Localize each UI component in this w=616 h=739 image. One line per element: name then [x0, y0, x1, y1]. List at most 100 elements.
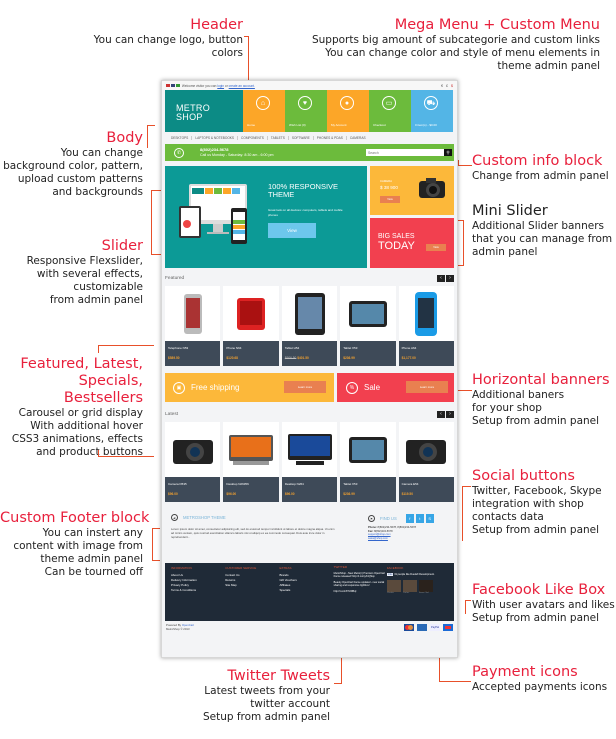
learn-more-button[interactable]: Learn more [406, 381, 448, 393]
currency-euro-icon[interactable]: € [441, 84, 443, 88]
connector-line [462, 486, 471, 541]
product-price: $96.00 [226, 492, 237, 496]
product-image [229, 434, 274, 465]
chevron-right-icon[interactable]: › [446, 410, 454, 418]
hours-text: Call us Monday - Saturday: 8:30 am - 6:0… [200, 153, 274, 157]
product-card[interactable]: Desktop N26356 $96.00 [223, 422, 279, 502]
product-card[interactable]: Desktop N264 $96.00 [281, 422, 338, 502]
support-email-link[interactable]: support@shop.com [368, 533, 391, 536]
product-card[interactable]: Camera E54 $119.50 [398, 422, 455, 502]
product-card[interactable]: Phone A64 $1,177.00 [398, 286, 455, 366]
logo[interactable]: METRO SHOP [165, 90, 243, 132]
annotation-line: Setup from admin panel [202, 711, 330, 723]
product-price: $236.99 [343, 492, 355, 496]
connector-line [152, 528, 160, 561]
product-card[interactable]: Camera D535 $96.00 [165, 422, 221, 502]
currency-pound-icon[interactable]: £ [446, 84, 448, 88]
menu-item-components[interactable]: COMPONENTS [238, 135, 268, 140]
search-input[interactable] [366, 149, 444, 156]
banner-caption: CAMERA [380, 179, 392, 183]
card-icon: ▭ [382, 96, 396, 110]
mini-banner-camera[interactable]: CAMERA $ 38 900 View [370, 166, 454, 215]
banner-text: Free shipping [191, 383, 240, 392]
annotation-desc: Change from admin panel [472, 170, 609, 182]
annotation-custom-info: Custom info block Change from admin pane… [472, 153, 616, 183]
currency-dollar-icon[interactable]: $ [451, 84, 453, 88]
product-image [237, 297, 266, 330]
skype-icon[interactable]: S [425, 514, 434, 523]
annotation-horizontal-banners: Horizontal banners Additional baners for… [472, 372, 616, 428]
menu-item-tablets[interactable]: TABLETS [268, 135, 289, 140]
annotation-title: Custom Footer block [0, 510, 150, 526]
search-icon[interactable]: ⚲ [444, 149, 452, 156]
annotation-slider: Slider Responsive Flexslider, with sever… [0, 238, 143, 307]
connector-line [465, 600, 471, 614]
tile-wishlist[interactable]: ♥ Wish List (0) [285, 90, 327, 132]
product-card[interactable]: Tablet H54 $606.50 $401.50 [281, 286, 338, 366]
devices-image [179, 184, 247, 244]
slider-view-button[interactable]: View [268, 223, 316, 238]
annotation-line: CSS3 animations, effects [11, 433, 143, 445]
product-name: Tablet X53 [343, 482, 358, 486]
footer-col-title: TWITTER [333, 565, 347, 569]
annotation-line: You can instert any [42, 527, 143, 539]
annotation-line: theme admin panel [40, 553, 143, 565]
chevron-left-icon[interactable]: ‹ [437, 274, 445, 282]
featured-products: Telephone N53 $589.50 Phone N64 $120.68 Ta… [165, 286, 455, 366]
product-image [172, 439, 213, 464]
learn-more-button[interactable]: Learn more [284, 381, 327, 393]
footer-link[interactable]: Specials [279, 588, 333, 593]
fan-avatar[interactable] [386, 580, 401, 592]
facebook-icon[interactable]: f [405, 514, 414, 523]
sale-banner[interactable]: % Sale Learn more [337, 373, 454, 402]
footer-link[interactable]: Terms & Conditions [171, 588, 225, 593]
fan-name: Sean Olaf [418, 592, 429, 594]
footer-link[interactable]: Site Map [225, 583, 279, 588]
mini-slider: CAMERA $ 38 900 View BIG SALES TODAY View [370, 166, 454, 268]
banner-view-button[interactable]: View [426, 244, 446, 251]
menu-item-laptops[interactable]: LAPTOPS & NOTEBOOKS [192, 135, 239, 140]
menu-item-cameras[interactable]: CAMERAS [347, 136, 369, 140]
product-card[interactable]: Phone N64 $120.68 [223, 286, 279, 366]
product-price: $120.68 [226, 356, 238, 360]
twitter-icon[interactable]: t [415, 514, 424, 523]
free-shipping-banner[interactable]: ▣ Free shipping Learn more [165, 373, 335, 402]
tile-checkout[interactable]: ▭ Checkout [369, 90, 411, 132]
tile-home[interactable]: ⌂ Home [243, 90, 285, 132]
annotation-line: contacts data [472, 511, 544, 523]
create-account-link[interactable]: create an account. [229, 84, 255, 88]
header-tiles: METRO SHOP ⌂ Home ♥ Wish List (0) ● My Accou… [165, 90, 454, 132]
product-name: Tablet X53 [343, 346, 358, 350]
tile-cart[interactable]: ⛟ 0 item(s) - $0.00 [411, 90, 453, 132]
menu-item-phones[interactable]: PHONES & PDAS [314, 135, 347, 140]
product-image [406, 439, 447, 464]
fan-name: Carlos [402, 592, 410, 594]
tweet-link[interactable]: http://t.co/n8TJWBqI [334, 590, 387, 594]
product-card[interactable]: Tablet X53 $236.99 [340, 286, 396, 366]
language-flags[interactable] [166, 83, 181, 88]
top-bar: Welcome visitor you can login or create … [162, 81, 457, 90]
product-price: $401.50 [297, 356, 309, 360]
mini-banner-sales[interactable]: BIG SALES TODAY View [370, 218, 454, 268]
main-slider[interactable]: 100% RESPONSIVE THEME Great look on all … [165, 166, 367, 268]
product-card[interactable]: Tablet X53 $236.99 [340, 422, 396, 502]
fan-avatar[interactable] [402, 580, 417, 592]
fan-avatar[interactable] [418, 580, 433, 592]
chevron-right-icon[interactable]: › [446, 274, 454, 282]
annotation-social: Social buttons Twitter, Facebook, Skype … [472, 468, 616, 537]
menu-item-desktops[interactable]: DESKTOPS [168, 135, 193, 140]
menu-item-software[interactable]: SOFTWARE [289, 135, 314, 140]
annotation-line: Additional baners [472, 389, 565, 401]
facebook-like-button[interactable]: Like [386, 573, 394, 576]
sales-email-link[interactable]: sales@shop.com [368, 537, 388, 540]
annotation-title: Social buttons [472, 468, 575, 484]
login-link[interactable]: login [217, 84, 224, 88]
annotation-title: Mini Slider [472, 203, 548, 219]
tile-label: 0 item(s) - $0.00 [415, 123, 437, 127]
banner-view-button[interactable]: View [380, 196, 400, 203]
tile-account[interactable]: ● My Account [327, 90, 369, 132]
product-card[interactable]: Telephone N53 $589.50 [165, 286, 221, 366]
chevron-left-icon[interactable]: ‹ [437, 410, 445, 418]
tile-label: My Account [331, 123, 347, 127]
annotation-title: Featured, Latest, [20, 356, 143, 372]
